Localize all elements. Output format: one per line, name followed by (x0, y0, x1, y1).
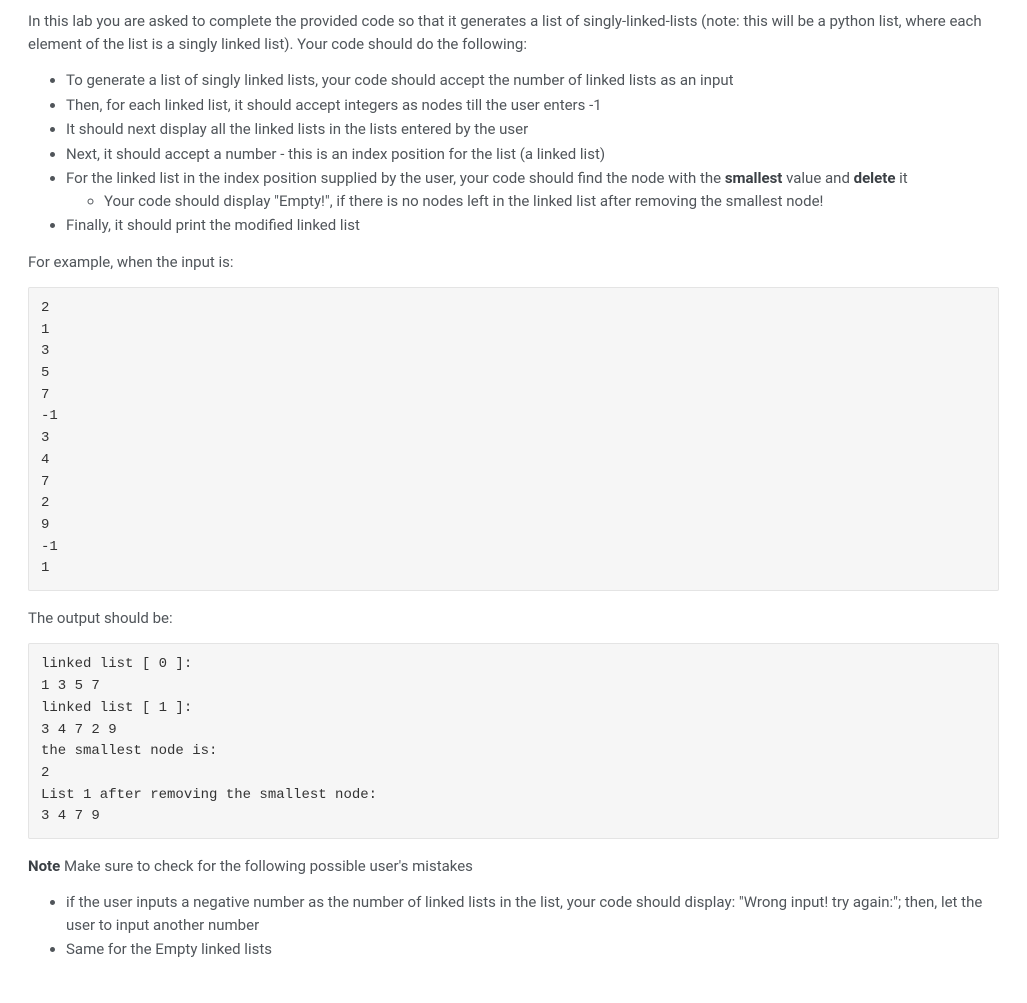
bullet-item-smallest-delete: For the linked list in the index positio… (66, 167, 999, 212)
note-text: Make sure to check for the following pos… (60, 857, 473, 875)
bullet-item: To generate a list of singly linked list… (66, 69, 999, 92)
delete-emphasis: delete (854, 169, 896, 187)
bullet-item: It should next display all the linked li… (66, 118, 999, 141)
intro-paragraph: In this lab you are asked to complete th… (28, 10, 999, 55)
note-bullet-list: if the user inputs a negative number as … (28, 891, 999, 961)
sub-bullet-item: Your code should display "Empty!", if th… (104, 190, 999, 213)
output-label: The output should be: (28, 607, 999, 630)
bullet-text: For the linked list in the index positio… (66, 169, 725, 187)
input-code-block: 2 1 3 5 7 -1 3 4 7 2 9 -1 1 (28, 287, 999, 591)
example-label: For example, when the input is: (28, 251, 999, 274)
output-code-block: linked list [ 0 ]: 1 3 5 7 linked list [… (28, 643, 999, 839)
bullet-text: it (895, 169, 907, 187)
bullet-item: Next, it should accept a number - this i… (66, 143, 999, 166)
main-bullet-list: To generate a list of singly linked list… (28, 69, 999, 237)
sub-bullet-list: Your code should display "Empty!", if th… (66, 190, 999, 213)
bullet-item: Then, for each linked list, it should ac… (66, 94, 999, 117)
bullet-text: value and (782, 169, 853, 187)
note-bullet-item: Same for the Empty linked lists (66, 938, 999, 961)
bullet-item: Finally, it should print the modified li… (66, 214, 999, 237)
note-paragraph: Note Make sure to check for the followin… (28, 855, 999, 878)
smallest-emphasis: smallest (725, 169, 783, 187)
note-label: Note (28, 857, 60, 875)
note-bullet-item: if the user inputs a negative number as … (66, 891, 999, 936)
